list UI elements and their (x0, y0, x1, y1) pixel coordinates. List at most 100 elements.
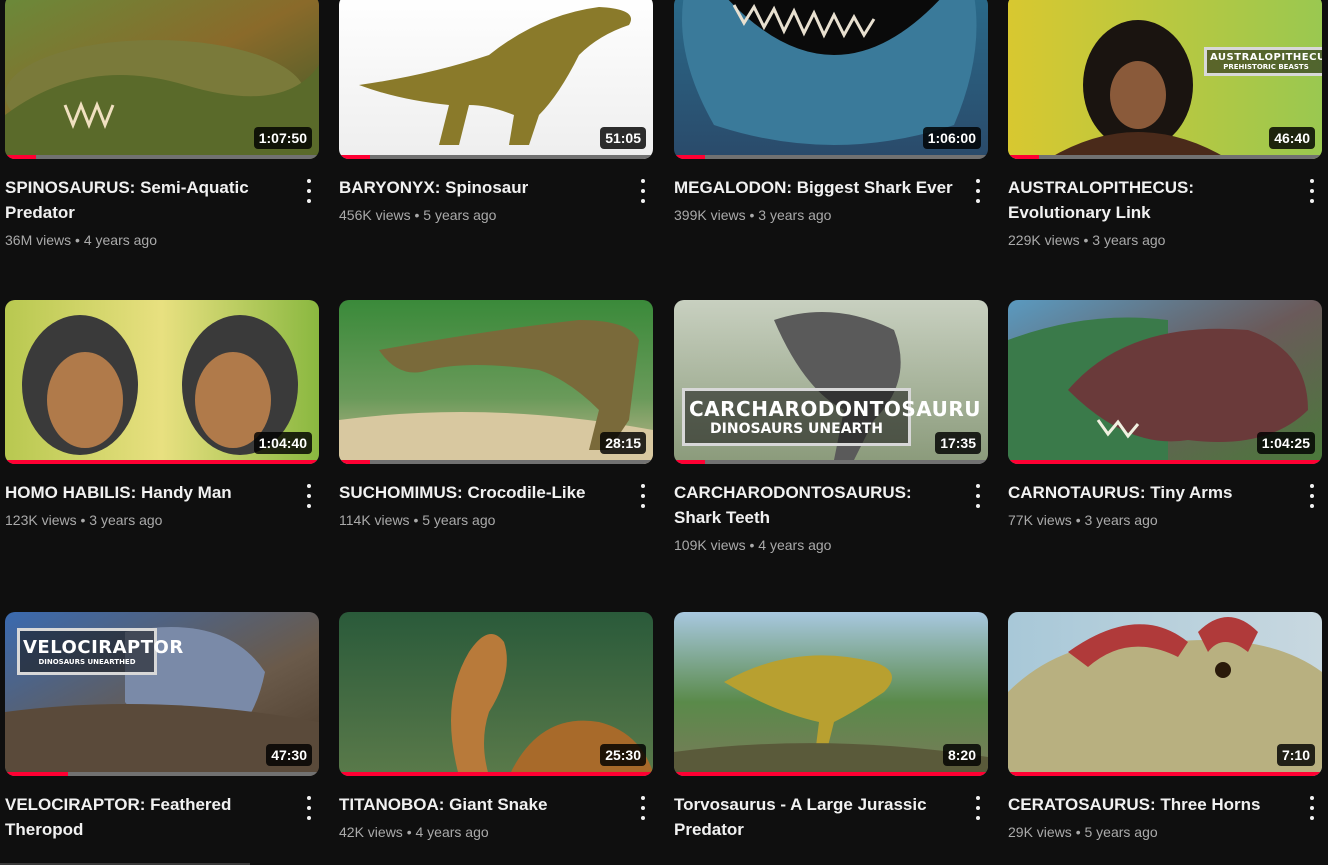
upload-age: 3 years ago (758, 207, 832, 223)
video-thumbnail[interactable]: AUSTRALOPITHECUS PREHISTORIC BEASTS 46:40 (1008, 0, 1322, 159)
video-thumbnail[interactable]: 1:07:50 (5, 0, 319, 159)
more-options-icon[interactable] (302, 796, 316, 820)
video-meta: SPINOSAURUS: Semi-Aquatic Predator 36M vi… (5, 159, 320, 250)
video-title[interactable]: CARNOTAURUS: Tiny Arms (1008, 480, 1287, 505)
video-meta: VELOCIRAPTOR: Feathered Theropod (5, 776, 320, 842)
duration-badge: 51:05 (600, 127, 646, 149)
more-options-icon[interactable] (302, 484, 316, 508)
video-title[interactable]: VELOCIRAPTOR: Feathered Theropod (5, 792, 284, 842)
video-meta: CERATOSAURUS: Three Horns 29K views • 5 y… (1008, 776, 1323, 842)
video-title[interactable]: SPINOSAURUS: Semi-Aquatic Predator (5, 175, 284, 225)
duration-badge: 17:35 (935, 432, 981, 454)
video-title[interactable]: BARYONYX: Spinosaur (339, 175, 618, 200)
video-stats: 399K views • 3 years ago (674, 205, 953, 225)
video-card[interactable]: 7:10 CERATOSAURUS: Three Horns 29K views •… (1008, 612, 1323, 842)
more-options-icon[interactable] (636, 179, 650, 203)
duration-badge: 1:07:50 (253, 127, 312, 149)
video-card[interactable]: CARCHARODONTOSAURU DINOSAURS UNEARTH 17:35… (674, 300, 989, 555)
video-meta: AUSTRALOPITHECUS: Evolutionary Link 229K … (1008, 159, 1323, 250)
video-thumbnail[interactable]: 1:04:25 (1008, 300, 1322, 464)
view-count: 114K views (339, 512, 410, 528)
duration-badge: 46:40 (1269, 127, 1315, 149)
video-card[interactable]: 1:04:25 CARNOTAURUS: Tiny Arms 77K views •… (1008, 300, 1323, 530)
thumbnail-art (1008, 612, 1322, 776)
video-card[interactable]: 1:06:00 MEGALODON: Biggest Shark Ever 399K… (674, 0, 989, 225)
video-thumbnail[interactable]: 1:04:40 (5, 300, 319, 464)
video-thumbnail[interactable]: 8:20 (674, 612, 988, 776)
duration-badge: 1:04:25 (1256, 432, 1315, 454)
more-options-icon[interactable] (1305, 179, 1319, 203)
upload-age: 3 years ago (1084, 512, 1158, 528)
video-thumbnail[interactable]: CARCHARODONTOSAURU DINOSAURS UNEARTH 17:35 (674, 300, 988, 464)
video-stats: 77K views • 3 years ago (1008, 510, 1287, 530)
video-stats: 36M views • 4 years ago (5, 230, 284, 250)
more-options-icon[interactable] (1305, 484, 1319, 508)
more-options-icon[interactable] (1305, 796, 1319, 820)
duration-badge: 1:04:40 (253, 432, 312, 454)
video-meta: SUCHOMIMUS: Crocodile-Like 114K views • 5… (339, 464, 654, 530)
video-meta: TITANOBOA: Giant Snake 42K views • 4 year… (339, 776, 654, 842)
video-thumbnail[interactable]: VELOCIRAPTOR DINOSAURS UNEARTHED 47:30 (5, 612, 319, 776)
upload-age: 4 years ago (415, 824, 489, 840)
video-thumbnail[interactable]: 51:05 (339, 0, 653, 159)
video-title[interactable]: AUSTRALOPITHECUS: Evolutionary Link (1008, 175, 1287, 225)
video-title[interactable]: TITANOBOA: Giant Snake (339, 792, 618, 817)
video-thumbnail[interactable]: 1:06:00 (674, 0, 988, 159)
more-options-icon[interactable] (971, 484, 985, 508)
video-title[interactable]: MEGALODON: Biggest Shark Ever (674, 175, 953, 200)
video-stats: 229K views • 3 years ago (1008, 230, 1287, 250)
video-card[interactable]: 25:30 TITANOBOA: Giant Snake 42K views • 4… (339, 612, 654, 842)
upload-age: 4 years ago (758, 537, 832, 553)
video-card[interactable]: 8:20 Torvosaurus - A Large Jurassic Preda… (674, 612, 989, 842)
video-title[interactable]: Torvosaurus - A Large Jurassic Predator (674, 792, 953, 842)
video-thumbnail[interactable]: 28:15 (339, 300, 653, 464)
video-meta: CARNOTAURUS: Tiny Arms 77K views • 3 year… (1008, 464, 1323, 530)
video-meta: CARCHARODONTOSAURUS: Shark Teeth 109K vie… (674, 464, 989, 555)
view-count: 399K views (674, 207, 746, 223)
video-title[interactable]: HOMO HABILIS: Handy Man (5, 480, 284, 505)
more-options-icon[interactable] (302, 179, 316, 203)
stats-separator: • (745, 537, 759, 553)
view-count: 229K views (1008, 232, 1080, 248)
video-card[interactable]: 1:07:50 SPINOSAURUS: Semi-Aquatic Predato… (5, 0, 320, 250)
more-options-icon[interactable] (636, 484, 650, 508)
view-count: 77K views (1008, 512, 1072, 528)
stats-separator: • (410, 207, 424, 223)
stats-separator: • (1079, 232, 1093, 248)
video-card[interactable]: 51:05 BARYONYX: Spinosaur 456K views • 5 y… (339, 0, 654, 225)
video-meta: HOMO HABILIS: Handy Man 123K views • 3 ye… (5, 464, 320, 530)
view-count: 456K views (339, 207, 411, 223)
upload-age: 5 years ago (423, 207, 497, 223)
thumbnail-title-overlay: VELOCIRAPTOR DINOSAURS UNEARTHED (17, 628, 183, 675)
stats-separator: • (402, 824, 416, 840)
more-options-icon[interactable] (971, 179, 985, 203)
more-options-icon[interactable] (971, 796, 985, 820)
video-card[interactable]: 28:15 SUCHOMIMUS: Crocodile-Like 114K view… (339, 300, 654, 530)
video-meta: Torvosaurus - A Large Jurassic Predator (674, 776, 989, 842)
video-stats: 109K views • 4 years ago (674, 535, 953, 555)
video-card[interactable]: 1:04:40 HOMO HABILIS: Handy Man 123K views… (5, 300, 320, 530)
video-card[interactable]: VELOCIRAPTOR DINOSAURS UNEARTHED 47:30 VELO… (5, 612, 320, 842)
video-title[interactable]: SUCHOMIMUS: Crocodile-Like (339, 480, 618, 505)
thumbnail-title-overlay: CARCHARODONTOSAURU DINOSAURS UNEARTH (682, 388, 981, 446)
upload-age: 4 years ago (83, 232, 157, 248)
video-meta: BARYONYX: Spinosaur 456K views • 5 years … (339, 159, 654, 225)
view-count: 123K views (5, 512, 77, 528)
video-card[interactable]: AUSTRALOPITHECUS PREHISTORIC BEASTS 46:40 A… (1008, 0, 1323, 250)
view-count: 36M views (5, 232, 72, 248)
stats-separator: • (1071, 512, 1085, 528)
more-options-icon[interactable] (636, 796, 650, 820)
video-stats: 123K views • 3 years ago (5, 510, 284, 530)
video-stats: 456K views • 5 years ago (339, 205, 618, 225)
stats-separator: • (1071, 824, 1085, 840)
video-thumbnail[interactable]: 7:10 (1008, 612, 1322, 776)
duration-badge: 7:10 (1276, 744, 1315, 766)
video-stats: 114K views • 5 years ago (339, 510, 618, 530)
upload-age: 5 years ago (422, 512, 496, 528)
duration-badge: 1:06:00 (922, 127, 981, 149)
video-thumbnail[interactable]: 25:30 (339, 612, 653, 776)
video-title[interactable]: CERATOSAURUS: Three Horns (1008, 792, 1287, 817)
video-stats: 42K views • 4 years ago (339, 822, 618, 842)
upload-age: 5 years ago (1084, 824, 1158, 840)
video-title[interactable]: CARCHARODONTOSAURUS: Shark Teeth (674, 480, 953, 530)
